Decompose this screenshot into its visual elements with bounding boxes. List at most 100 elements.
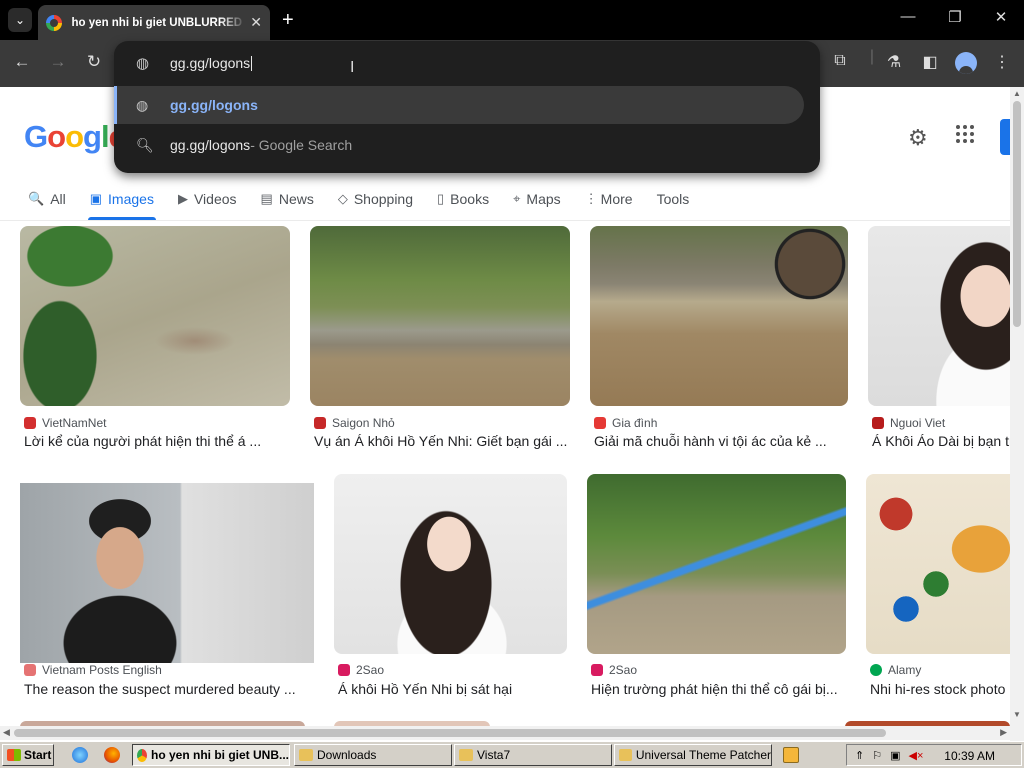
internet-explorer-icon[interactable] xyxy=(72,747,88,763)
tab-news[interactable]: ▤ News xyxy=(261,187,314,211)
result-caption: Hiện trường phát hiện thi thể cô gái bị.… xyxy=(591,681,838,697)
taskbar-item-chrome[interactable]: ho yen nhi bi giet UNB... xyxy=(132,744,290,766)
folder-icon xyxy=(299,749,313,761)
browser-menu-icon[interactable]: ⋮ xyxy=(990,52,1014,72)
image-result[interactable]: VietNamNet Lời kể của người phát hiện th… xyxy=(20,226,290,456)
suggestion-suffix: - Google Search xyxy=(250,137,353,153)
address-input[interactable]: gg.gg/logons xyxy=(170,55,253,72)
taskbar-item-theme-patcher[interactable]: Universal Theme Patcher xyxy=(614,744,772,766)
logo-letter: G xyxy=(24,119,48,154)
firefox-icon[interactable] xyxy=(104,747,120,763)
result-source: 2Sao xyxy=(338,663,384,677)
back-button[interactable]: ← xyxy=(10,52,34,72)
tab-videos[interactable]: ▶ Videos xyxy=(178,187,237,211)
taskbar-item-vista7[interactable]: Vista7 xyxy=(454,744,612,766)
horizontal-scrollbar[interactable]: ◀ ▶ xyxy=(0,726,1010,740)
source-favicon-icon xyxy=(594,417,606,429)
google-results-page: Google ⚙ 🔍 All ▣ Images ▶ Videos ▤ News ◇ Sho… xyxy=(0,87,1010,741)
tab-active[interactable]: ho yen nhi bi giet UNBLURRED - Google Se… xyxy=(38,5,270,40)
tab-images[interactable]: ▣ Images xyxy=(90,187,154,211)
volume-muted-icon[interactable]: ◀× xyxy=(909,749,924,762)
tab-all[interactable]: 🔍 All xyxy=(28,187,66,211)
tab-list-button[interactable]: ⌄ xyxy=(8,8,32,32)
side-panel-icon[interactable]: ◧ xyxy=(918,52,942,72)
image-result[interactable]: Nguoi Viet Á Khôi Áo Dài bị bạn trai xyxy=(868,226,1010,456)
task-label: Universal Theme Patcher xyxy=(635,748,771,762)
video-icon: ▶ xyxy=(177,191,188,206)
image-result[interactable]: Alamy Nhi hi-res stock photo xyxy=(866,474,1010,704)
result-caption: Lời kể của người phát hiện thi thể á ... xyxy=(24,433,262,449)
image-result[interactable]: Gia đình Giải mã chuỗi hành vi tội ác củ… xyxy=(590,226,848,456)
tab-label: Shopping xyxy=(353,191,414,207)
tab-shopping[interactable]: ◇ Shopping xyxy=(338,187,413,211)
address-bar[interactable]: ◍ gg.gg/logons xyxy=(114,41,820,85)
maximize-button[interactable]: ❐ xyxy=(940,8,970,26)
tab-strip: ⌄ ho yen nhi bi giet UNBLURRED - Google … xyxy=(0,0,1024,40)
flag-icon[interactable]: ⚐ xyxy=(872,749,882,762)
result-source: Nguoi Viet xyxy=(872,416,945,430)
logo-letter: o xyxy=(65,119,84,154)
result-caption: Á Khôi Áo Dài bị bạn trai xyxy=(872,433,1010,449)
profile-avatar-icon[interactable] xyxy=(955,52,977,74)
result-source: Vietnam Posts English xyxy=(24,663,162,677)
horizontal-scroll-thumb[interactable] xyxy=(14,729,886,737)
suggestion-url[interactable]: ◍ gg.gg/logons xyxy=(114,86,804,124)
scroll-left-arrow-icon[interactable]: ◀ xyxy=(3,727,10,738)
media-player-icon[interactable] xyxy=(783,747,799,763)
tab-maps[interactable]: ⌖ Maps xyxy=(513,187,561,211)
windows-logo-icon xyxy=(7,749,21,761)
minimize-button[interactable]: — xyxy=(893,8,923,25)
tray-expand-icon[interactable]: ⇑ xyxy=(855,749,864,762)
taskbar-item-downloads[interactable]: Downloads xyxy=(294,744,452,766)
vertical-scroll-thumb[interactable] xyxy=(1013,101,1021,327)
globe-icon: ◍ xyxy=(136,55,150,72)
tab-tools[interactable]: Tools xyxy=(657,187,690,211)
result-source: Gia đình xyxy=(594,416,657,430)
windows-taskbar: Start ho yen nhi bi giet UNB... Download… xyxy=(0,741,1024,768)
source-favicon-icon xyxy=(870,664,882,676)
vertical-scrollbar[interactable]: ▲ ▼ xyxy=(1010,87,1024,741)
suggestion-search[interactable]: 🔍︎ gg.gg/logons - Google Search xyxy=(114,126,804,164)
result-thumbnail xyxy=(20,226,290,406)
sign-in-button[interactable] xyxy=(1000,119,1010,155)
network-icon[interactable]: ▣ xyxy=(890,749,900,762)
forward-button[interactable]: → xyxy=(46,52,70,72)
source-name: Saigon Nhỏ xyxy=(332,416,395,430)
result-source: Saigon Nhỏ xyxy=(314,416,395,430)
task-label: ho yen nhi bi giet UNB... xyxy=(151,748,289,762)
source-name: 2Sao xyxy=(609,663,638,677)
clock[interactable]: 10:39 AM xyxy=(944,749,995,763)
source-name: VietNamNet xyxy=(42,416,107,430)
folder-icon xyxy=(459,749,473,761)
result-source: Alamy xyxy=(870,663,921,677)
image-result[interactable]: Vietnam Posts English The reason the sus… xyxy=(20,474,314,704)
new-tab-button[interactable]: + xyxy=(282,9,294,31)
window-close-button[interactable]: ✕ xyxy=(986,8,1016,26)
labs-flask-icon[interactable]: ⚗ xyxy=(882,52,906,72)
scroll-down-arrow-icon[interactable]: ▼ xyxy=(1013,710,1021,719)
google-apps-icon[interactable] xyxy=(956,125,974,143)
ibeam-cursor-icon: I xyxy=(350,59,355,76)
google-logo[interactable]: Google xyxy=(24,119,126,155)
tab-label: Maps xyxy=(526,191,561,207)
settings-gear-icon[interactable]: ⚙ xyxy=(908,125,928,151)
reload-button[interactable]: ↻ xyxy=(82,52,106,72)
search-icon: 🔍︎ xyxy=(136,136,154,153)
start-button[interactable]: Start xyxy=(2,744,54,766)
image-result[interactable]: Saigon Nhỏ Vụ án Á khôi Hồ Yến Nhi: Giết… xyxy=(310,226,570,456)
more-dots-icon: ⋮ xyxy=(584,191,598,206)
search-icon: 🔍 xyxy=(28,191,45,206)
image-result[interactable]: 2Sao Hiện trường phát hiện thi thể cô gá… xyxy=(587,474,846,704)
source-favicon-icon xyxy=(338,664,350,676)
source-name: Gia đình xyxy=(612,416,658,430)
tab-more[interactable]: ⋮ More xyxy=(585,187,633,211)
image-result[interactable]: 2Sao Á khôi Hồ Yến Nhi bị sát hại xyxy=(334,474,567,704)
result-source: VietNamNet xyxy=(24,416,106,430)
task-label: Vista7 xyxy=(477,748,511,762)
tab-books[interactable]: ▯ Books xyxy=(437,187,489,211)
scroll-up-arrow-icon[interactable]: ▲ xyxy=(1013,89,1021,98)
scroll-right-arrow-icon[interactable]: ▶ xyxy=(1000,727,1007,738)
tab-close-icon[interactable]: ✕ xyxy=(250,14,262,31)
tab-label: All xyxy=(50,191,66,207)
extensions-icon[interactable]: ⧉ xyxy=(828,52,852,70)
